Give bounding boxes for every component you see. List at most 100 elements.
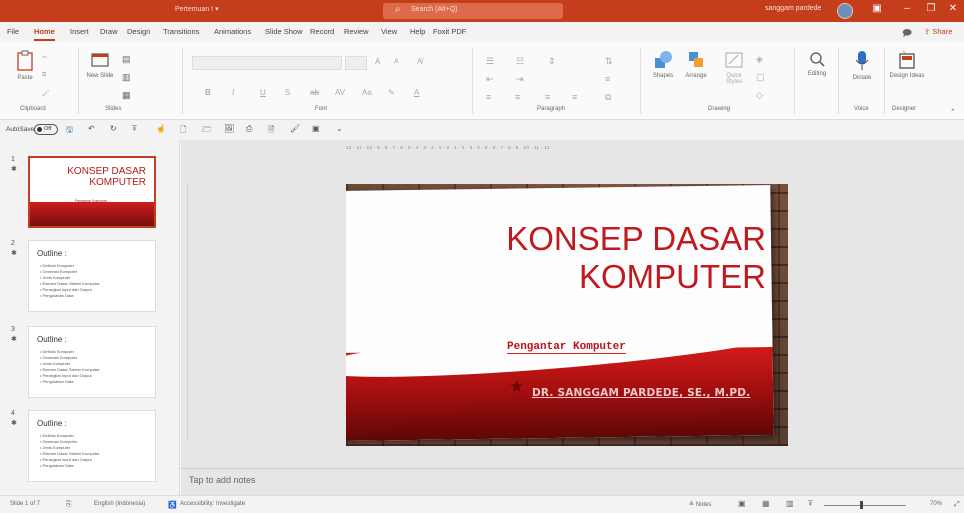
comment-icon[interactable]: 🗩 xyxy=(902,26,912,42)
thumbnail-slide-2[interactable]: Outline : Definisi Komputer Generasi Kom… xyxy=(28,240,156,312)
spellcheck-icon[interactable]: ⎘ xyxy=(66,501,72,509)
align-right-icon[interactable]: ≡ xyxy=(545,92,550,102)
zoom-level[interactable]: 70% xyxy=(930,501,942,507)
highlight-icon[interactable]: ✎ xyxy=(388,88,395,97)
tab-record[interactable]: Record xyxy=(310,27,334,36)
tab-help[interactable]: Help xyxy=(410,27,425,36)
redo-icon[interactable]: ↻ xyxy=(110,124,117,133)
bullets-icon[interactable]: ☰ xyxy=(486,56,494,67)
justify-icon[interactable]: ≡ xyxy=(572,92,577,102)
notes-button[interactable]: ≙ Notes xyxy=(689,501,711,508)
arrange-button[interactable]: Arrange xyxy=(680,50,712,79)
font-color-icon[interactable]: A xyxy=(414,88,419,97)
slideshow-view-icon[interactable]: ⍕ xyxy=(808,499,813,509)
text-direction-icon[interactable]: ⇅ xyxy=(605,56,613,67)
increase-font-icon[interactable]: A xyxy=(375,57,380,66)
paste-button[interactable]: Paste xyxy=(10,50,40,81)
section-icon[interactable]: ▦ xyxy=(122,90,131,101)
collapse-ribbon-icon[interactable]: ⌃ xyxy=(950,108,956,116)
numbering-icon[interactable]: ☷ xyxy=(516,56,524,67)
tab-view[interactable]: View xyxy=(381,27,397,36)
cut-icon[interactable]: ✂ xyxy=(42,54,47,61)
language-status[interactable]: English (Indonesia) xyxy=(94,501,145,507)
save-icon[interactable]: 🖫 xyxy=(66,124,73,138)
line-spacing-icon[interactable]: ⇕ xyxy=(548,56,556,67)
slide-author[interactable]: DR. SANGGAM PARDEDE, SE., M.PD. xyxy=(532,387,750,399)
shape-outline-icon[interactable]: ▢ xyxy=(756,72,765,83)
slide-canvas[interactable]: KONSEP DASAR KOMPUTER Pengantar Komputer… xyxy=(346,184,788,446)
new-slide-button[interactable]: New Slide xyxy=(84,50,116,79)
tab-design[interactable]: Design xyxy=(127,27,150,36)
change-case-icon[interactable]: Aa xyxy=(362,88,372,97)
shape-fill-icon[interactable]: ◈ xyxy=(756,54,763,65)
zoom-slider[interactable] xyxy=(824,505,906,506)
smartart-icon[interactable]: ⧉ xyxy=(605,92,611,103)
clear-format-icon[interactable]: A̸ xyxy=(417,57,422,66)
layout-icon[interactable]: ▤ xyxy=(122,54,131,65)
shape-effects-icon[interactable]: ◇ xyxy=(756,90,763,101)
present-icon[interactable]: ▣ xyxy=(312,124,320,133)
strikethrough-icon[interactable]: ab xyxy=(310,88,319,97)
italic-icon[interactable]: I xyxy=(232,88,234,97)
touch-mode-icon[interactable]: ☝ xyxy=(156,124,166,133)
thumbnail-slide-3[interactable]: Outline : Definisi Komputer Generasi Kom… xyxy=(28,326,156,398)
align-text-icon[interactable]: ≡ xyxy=(605,74,610,84)
reset-icon[interactable]: ▥ xyxy=(122,72,131,83)
maximize-icon[interactable]: ❐ xyxy=(922,3,940,19)
open-icon[interactable]: 🗁 xyxy=(202,124,212,138)
tab-foxit-pdf[interactable]: Foxit PDF xyxy=(433,27,466,36)
underline-icon[interactable]: U xyxy=(260,88,266,97)
shapes-button[interactable]: Shapes xyxy=(648,50,678,79)
document-title[interactable]: Pertemuan I ▾ xyxy=(175,5,219,13)
tab-review[interactable]: Review xyxy=(344,27,369,36)
tab-insert[interactable]: Insert xyxy=(70,27,89,36)
quick-styles-button[interactable]: Quick Styles xyxy=(718,50,750,85)
editing-button[interactable]: Editing xyxy=(800,50,834,77)
normal-view-icon[interactable]: ▣ xyxy=(738,499,746,508)
thumbnail-slide-1[interactable]: KONSEP DASAR KOMPUTER Pengantar Komputer xyxy=(28,156,156,228)
close-icon[interactable]: ✕ xyxy=(944,3,962,19)
avatar[interactable] xyxy=(837,3,853,19)
format-painter-qat-icon[interactable]: 🖌 xyxy=(290,124,300,133)
picture-icon[interactable]: 🖼 xyxy=(224,124,234,133)
print-icon[interactable]: ⎙ xyxy=(246,124,252,134)
indent-decrease-icon[interactable]: ⇤ xyxy=(486,74,494,85)
fit-slide-icon[interactable]: ⤢ xyxy=(954,501,960,509)
bold-icon[interactable]: B xyxy=(205,88,211,97)
design-ideas-button[interactable]: Design Ideas xyxy=(888,50,926,79)
slide-sorter-icon[interactable]: ▦ xyxy=(762,499,770,508)
ribbon-display-icon[interactable]: ▣ xyxy=(868,3,886,19)
tab-file[interactable]: File xyxy=(7,27,19,36)
notes-placeholder[interactable]: Tap to add notes xyxy=(189,475,256,485)
indent-increase-icon[interactable]: ⇥ xyxy=(516,74,524,85)
shadow-icon[interactable]: S xyxy=(285,88,290,97)
user-name[interactable]: sanggam pardede xyxy=(765,5,821,12)
reading-view-icon[interactable]: ▥ xyxy=(786,499,794,508)
share-button[interactable]: ⇪ Share xyxy=(924,27,952,36)
tab-animations[interactable]: Animations xyxy=(214,27,251,36)
accessibility-status[interactable]: Accessibility: Investigate xyxy=(180,501,245,507)
decrease-font-icon[interactable]: A xyxy=(394,58,399,65)
slideshow-icon[interactable]: ⍕ xyxy=(132,124,137,134)
minimize-icon[interactable]: – xyxy=(898,3,916,19)
pdf-icon[interactable]: 🗎 xyxy=(268,124,274,138)
thumbnail-slide-4[interactable]: Outline : Definisi Komputer Generasi Kom… xyxy=(28,410,156,482)
zoom-slider-handle[interactable] xyxy=(860,501,863,509)
tab-draw[interactable]: Draw xyxy=(100,27,118,36)
new-file-icon[interactable]: 🗋 xyxy=(180,124,186,138)
char-spacing-icon[interactable]: AV xyxy=(335,88,345,97)
autosave-toggle[interactable]: Off xyxy=(34,124,58,135)
align-center-icon[interactable]: ≡ xyxy=(515,92,520,102)
slide-title[interactable]: KONSEP DASAR KOMPUTER xyxy=(506,220,766,296)
tab-slide-show[interactable]: Slide Show xyxy=(265,27,303,36)
tab-home[interactable]: Home xyxy=(34,27,55,41)
font-family-select[interactable] xyxy=(192,56,342,70)
undo-icon[interactable]: ↶ xyxy=(88,124,95,133)
customize-qat-icon[interactable]: ⌄ xyxy=(336,124,343,133)
search-box[interactable]: ⌕ Search (Alt+Q) xyxy=(383,3,563,19)
format-painter-icon[interactable]: 🖌 xyxy=(42,90,50,97)
copy-icon[interactable]: ⧉ xyxy=(42,72,46,79)
tab-transitions[interactable]: Transitions xyxy=(163,27,199,36)
slide-subtitle[interactable]: Pengantar Komputer xyxy=(507,341,626,354)
align-left-icon[interactable]: ≡ xyxy=(486,92,491,102)
